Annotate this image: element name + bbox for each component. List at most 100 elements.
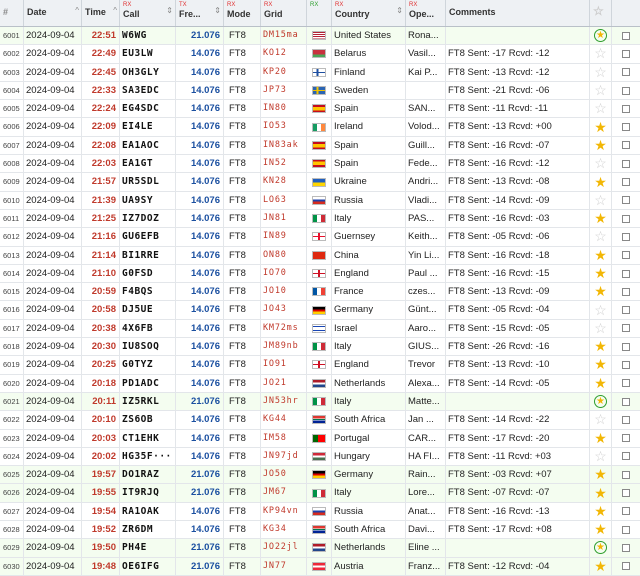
select-checkbox[interactable]: [612, 411, 640, 428]
unstarred-icon[interactable]: ☆: [590, 411, 612, 429]
table-row[interactable]: 6014 2024-09-04 21:10 G0FSD 14.076 FT8 IO70 Eng…: [0, 264, 640, 284]
col-header-select[interactable]: [612, 0, 640, 26]
checkbox[interactable]: [622, 178, 630, 187]
table-row[interactable]: 6006 2024-09-04 22:09 EI4LE 14.076 FT8 IO53 Ire…: [0, 118, 640, 137]
table-row[interactable]: 6019 2024-09-04 20:25 G0TYZ 14.076 FT8 IO91 Eng…: [0, 356, 640, 375]
select-checkbox[interactable]: [612, 283, 640, 300]
select-checkbox[interactable]: [612, 558, 640, 575]
col-header-frequency[interactable]: TX Fre... ⇕: [176, 0, 224, 26]
unstarred-icon[interactable]: ☆: [590, 301, 612, 319]
select-checkbox[interactable]: [612, 448, 640, 465]
select-checkbox[interactable]: [612, 27, 640, 44]
checkbox[interactable]: [622, 251, 630, 260]
table-row[interactable]: 6024 2024-09-04 20:02 HG35F··· 14.076 FT8 JN97…: [0, 447, 640, 467]
select-checkbox[interactable]: [612, 265, 640, 282]
select-checkbox[interactable]: [612, 118, 640, 135]
select-checkbox[interactable]: [612, 393, 640, 410]
checkbox[interactable]: [622, 415, 630, 424]
checkbox[interactable]: [622, 123, 630, 132]
checkbox[interactable]: [622, 379, 630, 388]
select-checkbox[interactable]: [612, 137, 640, 154]
checkbox[interactable]: [622, 31, 630, 40]
starred-icon[interactable]: ★: [590, 209, 612, 228]
checkbox[interactable]: [622, 196, 630, 205]
checkbox[interactable]: [622, 525, 630, 534]
checkbox[interactable]: [622, 214, 630, 223]
checkbox[interactable]: [622, 232, 630, 241]
table-row[interactable]: 6013 2024-09-04 21:14 BI1RRE 14.076 FT8 ON80 Ch…: [0, 246, 640, 265]
unstarred-icon[interactable]: ☆: [590, 81, 612, 100]
table-row[interactable]: 6030 2024-09-04 19:48 OE6IFG 21.076 FT8 JN77 Au…: [0, 557, 640, 576]
table-row[interactable]: 6001 2024-09-04 22:51 W6WG 21.076 FT8 DM15ma Un…: [0, 27, 640, 46]
checkbox[interactable]: [622, 68, 630, 77]
table-row[interactable]: 6018 2024-09-04 20:30 IU8SOQ 14.076 FT8 JM89nb…: [0, 338, 640, 357]
table-row[interactable]: 6021 2024-09-04 20:11 IZ5RKL 21.076 FT8 JN53hr…: [0, 392, 640, 412]
select-checkbox[interactable]: [612, 100, 640, 117]
starred-icon[interactable]: ★: [590, 557, 612, 575]
checkbox[interactable]: [622, 434, 630, 443]
table-row[interactable]: 6026 2024-09-04 19:55 IT9RJQ 21.076 FT8 JM67 It…: [0, 484, 640, 503]
table-row[interactable]: 6011 2024-09-04 21:25 IZ7DOZ 14.076 FT8 JN81 It…: [0, 209, 640, 229]
col-header-call[interactable]: RX Call ⇕: [120, 0, 176, 26]
table-row[interactable]: 6027 2024-09-04 19:54 RA1OAK 14.076 FT8 KP94vn…: [0, 502, 640, 522]
favorite-star-icon[interactable]: ★: [590, 27, 612, 45]
unstarred-icon[interactable]: ☆: [590, 63, 612, 81]
starred-icon[interactable]: ★: [590, 136, 612, 155]
table-row[interactable]: 6004 2024-09-04 22:33 SA3EDC 14.076 FT8 JP73 Sw…: [0, 81, 640, 101]
col-header-star[interactable]: ☆: [590, 0, 612, 26]
select-checkbox[interactable]: [612, 210, 640, 227]
col-header-grid[interactable]: RX Grid: [261, 0, 307, 26]
select-checkbox[interactable]: [612, 228, 640, 245]
checkbox[interactable]: [622, 397, 630, 406]
starred-icon[interactable]: ★: [590, 429, 612, 447]
checkbox[interactable]: [622, 306, 630, 315]
favorite-star-icon[interactable]: ★: [590, 539, 612, 557]
checkbox[interactable]: [622, 562, 630, 571]
select-checkbox[interactable]: [612, 155, 640, 172]
select-checkbox[interactable]: [612, 466, 640, 483]
select-checkbox[interactable]: [612, 247, 640, 264]
select-checkbox[interactable]: [612, 430, 640, 447]
starred-icon[interactable]: ★: [590, 521, 612, 539]
unstarred-icon[interactable]: ☆: [590, 447, 612, 466]
select-checkbox[interactable]: [612, 45, 640, 62]
unstarred-icon[interactable]: ☆: [590, 228, 612, 246]
table-row[interactable]: 6025 2024-09-04 19:57 DO1RAZ 21.076 FT8 JO50 Ge…: [0, 466, 640, 485]
starred-icon[interactable]: ★: [590, 246, 612, 264]
starred-icon[interactable]: ★: [590, 502, 612, 521]
checkbox[interactable]: [622, 324, 630, 333]
unstarred-icon[interactable]: ☆: [590, 155, 612, 173]
table-row[interactable]: 6008 2024-09-04 22:03 EA1GT 14.076 FT8 IN52 Spa…: [0, 155, 640, 174]
col-header-country[interactable]: RX Country ⇕: [332, 0, 406, 26]
table-row[interactable]: 6023 2024-09-04 20:03 CT1EHK 14.076 FT8 IM58 Po…: [0, 429, 640, 448]
select-checkbox[interactable]: [612, 356, 640, 373]
checkbox[interactable]: [622, 86, 630, 95]
select-checkbox[interactable]: [612, 301, 640, 318]
table-row[interactable]: 6010 2024-09-04 21:39 UA9SY 14.076 FT8 LO63 Rus…: [0, 191, 640, 210]
checkbox[interactable]: [622, 104, 630, 113]
col-header-operator[interactable]: RX Ope...: [406, 0, 446, 26]
select-checkbox[interactable]: [612, 320, 640, 337]
starred-icon[interactable]: ★: [590, 466, 612, 484]
table-row[interactable]: 6007 2024-09-04 22:08 EA1AOC 14.076 FT8 IN83ak…: [0, 136, 640, 156]
checkbox[interactable]: [622, 141, 630, 150]
checkbox[interactable]: [622, 543, 630, 552]
checkbox[interactable]: [622, 489, 630, 498]
col-header-number[interactable]: #: [0, 0, 24, 26]
starred-icon[interactable]: ★: [590, 173, 612, 191]
col-header-comments[interactable]: Comments: [446, 0, 590, 26]
col-header-date[interactable]: Date ^: [24, 0, 82, 26]
checkbox[interactable]: [622, 269, 630, 278]
unstarred-icon[interactable]: ☆: [590, 319, 612, 338]
select-checkbox[interactable]: [612, 173, 640, 190]
starred-icon[interactable]: ★: [590, 356, 612, 374]
starred-icon[interactable]: ★: [590, 283, 612, 301]
select-checkbox[interactable]: [612, 484, 640, 501]
col-header-flag[interactable]: RX: [307, 0, 332, 26]
starred-icon[interactable]: ★: [590, 484, 612, 502]
select-checkbox[interactable]: [612, 192, 640, 209]
favorite-star-icon[interactable]: ★: [590, 392, 612, 411]
checkbox[interactable]: [622, 452, 630, 461]
table-row[interactable]: 6003 2024-09-04 22:45 OH3GLY 14.076 FT8 KP20 Fi…: [0, 63, 640, 82]
starred-icon[interactable]: ★: [590, 338, 612, 356]
